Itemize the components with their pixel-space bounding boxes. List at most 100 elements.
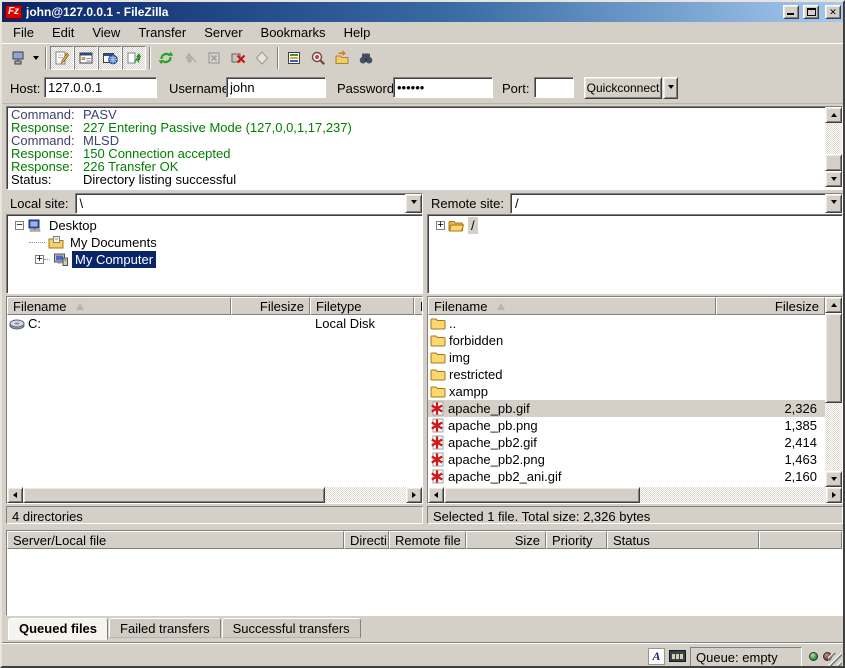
- menu-item-transfer[interactable]: Transfer: [129, 23, 195, 42]
- scroll-left-button[interactable]: [7, 487, 23, 503]
- toggle-transfer-queue-button[interactable]: [122, 46, 146, 70]
- file-row[interactable]: apache_pb.png 1,385: [428, 417, 825, 434]
- local-site-dropdown-button[interactable]: [405, 194, 422, 213]
- desktop-icon: [27, 218, 43, 233]
- sync-browsing-icon: [333, 49, 351, 67]
- scrollbar-thumb[interactable]: [825, 154, 842, 171]
- reconnect-button[interactable]: [250, 46, 274, 70]
- column-header-filetype[interactable]: Filetype: [310, 297, 414, 315]
- expand-icon[interactable]: [35, 255, 44, 264]
- title-bar[interactable]: john@127.0.0.1 - FileZilla: [2, 2, 843, 22]
- scrollbar-track[interactable]: [640, 487, 826, 503]
- scrollbar-thumb[interactable]: [23, 487, 325, 503]
- menu-item-help[interactable]: Help: [335, 23, 380, 42]
- expand-icon[interactable]: [436, 221, 445, 230]
- scrollbar-track[interactable]: [325, 487, 406, 503]
- maximize-icon: [807, 8, 816, 16]
- tab-successful-transfers[interactable]: Successful transfers: [222, 618, 361, 638]
- menu-item-view[interactable]: View: [83, 23, 129, 42]
- scrollbar-thumb[interactable]: [825, 313, 842, 403]
- scroll-right-button[interactable]: [826, 487, 842, 503]
- file-name: xampp: [449, 384, 488, 399]
- local-site-row: Local site: \: [6, 192, 423, 214]
- file-row[interactable]: ..: [428, 315, 825, 332]
- scroll-down-button[interactable]: [825, 171, 842, 187]
- scroll-left-button[interactable]: [428, 487, 444, 503]
- local-site-combobox[interactable]: \: [75, 193, 423, 214]
- column-header-direction[interactable]: Directi...: [344, 531, 389, 549]
- menu-item-file[interactable]: File: [4, 23, 43, 42]
- menu-item-server[interactable]: Server: [195, 23, 251, 42]
- process-queue-button[interactable]: [178, 46, 202, 70]
- remote-site-combobox[interactable]: /: [510, 193, 843, 214]
- transfer-queue-icon: [125, 49, 143, 67]
- minimize-button[interactable]: [783, 5, 799, 19]
- image-file-icon: [430, 452, 445, 467]
- filezilla-window: john@127.0.0.1 - FileZilla File Edit Vie…: [0, 0, 845, 668]
- file-row[interactable]: img: [428, 349, 825, 366]
- scroll-right-button[interactable]: [406, 487, 422, 503]
- scrollbar-thumb[interactable]: [444, 487, 640, 503]
- menu-item-bookmarks[interactable]: Bookmarks: [252, 23, 335, 42]
- column-header-status[interactable]: Status: [607, 531, 759, 549]
- password-input[interactable]: [393, 77, 493, 98]
- remote-site-dropdown-button[interactable]: [825, 194, 842, 213]
- queue-body[interactable]: [7, 549, 842, 615]
- column-header-size[interactable]: Size: [466, 531, 546, 549]
- site-manager-dropdown-button[interactable]: [30, 46, 42, 70]
- toggle-message-log-button[interactable]: [50, 46, 74, 70]
- disconnect-button[interactable]: [226, 46, 250, 70]
- quickconnect-button[interactable]: Quickconnect: [584, 77, 662, 99]
- column-header-remote-file[interactable]: Remote file: [389, 531, 466, 549]
- file-row[interactable]: apache_pb2.png 1,463: [428, 451, 825, 468]
- directory-filter-button[interactable]: [282, 46, 306, 70]
- tab-queued-files[interactable]: Queued files: [8, 618, 108, 640]
- file-row-c-drive[interactable]: C: Local Disk: [7, 315, 422, 332]
- column-header-server-local-file[interactable]: Server/Local file: [7, 531, 344, 549]
- toggle-local-tree-button[interactable]: [74, 46, 98, 70]
- directory-compare-button[interactable]: [306, 46, 330, 70]
- menu-item-edit[interactable]: Edit: [43, 23, 83, 42]
- column-header-filesize[interactable]: Filesize: [716, 297, 825, 315]
- site-manager-button[interactable]: [6, 46, 30, 70]
- username-label: Username:: [169, 81, 233, 96]
- cancel-operation-button[interactable]: [202, 46, 226, 70]
- column-header-priority[interactable]: Priority: [546, 531, 607, 549]
- scrollbar-track[interactable]: [825, 123, 842, 154]
- quickconnect-dropdown-button[interactable]: [663, 77, 678, 99]
- collapse-icon[interactable]: [15, 221, 24, 230]
- tab-failed-transfers[interactable]: Failed transfers: [109, 618, 221, 638]
- file-row-selected[interactable]: apache_pb.gif 2,326: [428, 400, 825, 417]
- scroll-up-button[interactable]: [825, 297, 842, 313]
- resize-grip[interactable]: [828, 653, 842, 667]
- maximize-button[interactable]: [803, 5, 819, 19]
- username-input[interactable]: [226, 77, 326, 98]
- log-line: Status:Directory listing successful: [7, 173, 842, 186]
- tree-item-my-computer[interactable]: My Computer: [7, 251, 422, 268]
- scroll-up-button[interactable]: [825, 107, 842, 123]
- tree-item-my-documents[interactable]: My Documents: [7, 234, 422, 251]
- close-button[interactable]: [825, 5, 841, 19]
- toggle-remote-tree-button[interactable]: [98, 46, 122, 70]
- file-row[interactable]: restricted: [428, 366, 825, 383]
- scrollbar-track[interactable]: [825, 403, 842, 471]
- tree-item-root[interactable]: /: [428, 217, 842, 234]
- file-row[interactable]: apache_pb2.gif 2,414: [428, 434, 825, 451]
- tree-item-desktop[interactable]: Desktop: [7, 217, 422, 234]
- column-header-filesize[interactable]: Filesize: [231, 297, 310, 315]
- file-row[interactable]: forbidden: [428, 332, 825, 349]
- toolbar-separator: [45, 47, 47, 69]
- file-row[interactable]: xampp: [428, 383, 825, 400]
- toolbar-separator: [149, 47, 151, 69]
- port-input[interactable]: [534, 77, 574, 98]
- synchronized-browsing-button[interactable]: [330, 46, 354, 70]
- column-header-filename[interactable]: Filename: [428, 297, 716, 315]
- column-header-last-modified[interactable]: L: [414, 297, 423, 315]
- file-row[interactable]: apache_pb2_ani.gif 2,160: [428, 468, 825, 485]
- refresh-button[interactable]: [154, 46, 178, 70]
- scroll-down-button[interactable]: [825, 471, 842, 487]
- image-file-icon: [430, 401, 445, 416]
- host-input[interactable]: [44, 77, 157, 98]
- find-files-button[interactable]: [354, 46, 378, 70]
- column-header-filename[interactable]: Filename: [7, 297, 231, 315]
